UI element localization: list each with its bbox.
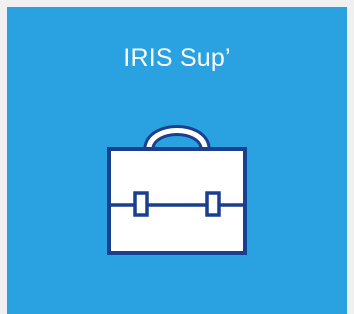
app-frame: IRIS Sup’: [0, 0, 354, 314]
briefcase-icon: [107, 125, 247, 255]
briefcase-latch-left: [133, 191, 149, 217]
iris-sup-tile[interactable]: IRIS Sup’: [7, 7, 347, 314]
tile-title: IRIS Sup’: [123, 44, 231, 72]
briefcase-body: [107, 147, 247, 255]
briefcase-latch-right: [205, 191, 221, 217]
